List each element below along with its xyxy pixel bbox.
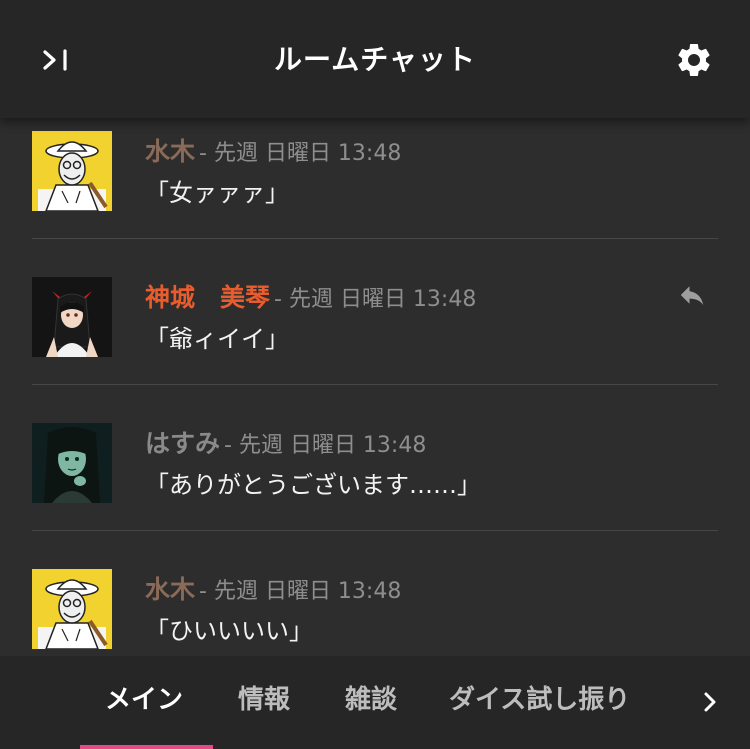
chat-message: 水木 - 先週 日曜日 13:48 「女ァァァ」 [32,118,718,239]
message-header: 水木 - 先週 日曜日 13:48 [145,570,401,604]
page-title: ルームチャット [274,43,476,76]
message-text: 「女ァァァ」 [145,179,289,207]
chat-message: 神城 美琴 - 先週 日曜日 13:48 「爺ィイイ」 [32,239,718,385]
chat-message: 水木 - 先週 日曜日 13:48 「ひいいいい」 [32,531,718,656]
sender-name[interactable]: 水木 [145,570,195,606]
timestamp: - 先週 日曜日 13:48 [224,433,427,458]
message-header: はすみ - 先週 日曜日 13:48 [145,424,426,458]
message-header: 神城 美琴 - 先週 日曜日 13:48 [145,278,476,312]
settings-button[interactable] [672,38,716,82]
avatar[interactable] [32,423,112,503]
tab-main[interactable]: メイン [105,656,183,749]
sender-name[interactable]: 水木 [145,132,195,168]
tab-info[interactable]: 情報 [238,656,290,749]
message-text: 「ひいいいい」 [145,617,313,645]
gear-icon [678,44,710,76]
sender-name[interactable]: 神城 美琴 [145,278,270,314]
timestamp: - 先週 日曜日 13:48 [274,287,477,312]
tab-dice-test[interactable]: ダイス試し振り [449,656,630,749]
message-header: 水木 - 先週 日曜日 13:48 [145,132,401,166]
timestamp: - 先週 日曜日 13:48 [199,579,402,604]
chevron-right-icon [704,692,716,712]
message-text: 「ありがとうございます……」 [145,471,481,499]
avatar[interactable] [32,131,112,211]
message-list[interactable]: 水木 - 先週 日曜日 13:48 「女ァァァ」 神城 美琴 - 先週 日曜日 … [0,118,750,656]
message-text: 「爺ィイイ」 [145,325,289,353]
tab-chat[interactable]: 雑談 [345,656,397,749]
active-tab-indicator [80,745,213,749]
chat-message: はすみ - 先週 日曜日 13:48 「ありがとうございます……」 [32,385,718,531]
timestamp: - 先週 日曜日 13:48 [199,141,402,166]
avatar[interactable] [32,277,112,357]
channel-tab-bar: メイン 情報 雑談 ダイス試し振り [0,656,750,749]
avatar[interactable] [32,569,112,649]
header-bar: ルームチャット [0,0,750,118]
tab-scroll-right-button[interactable] [694,684,726,720]
sender-name[interactable]: はすみ [145,424,220,460]
reply-icon [680,286,704,305]
reply-button[interactable] [672,275,712,315]
